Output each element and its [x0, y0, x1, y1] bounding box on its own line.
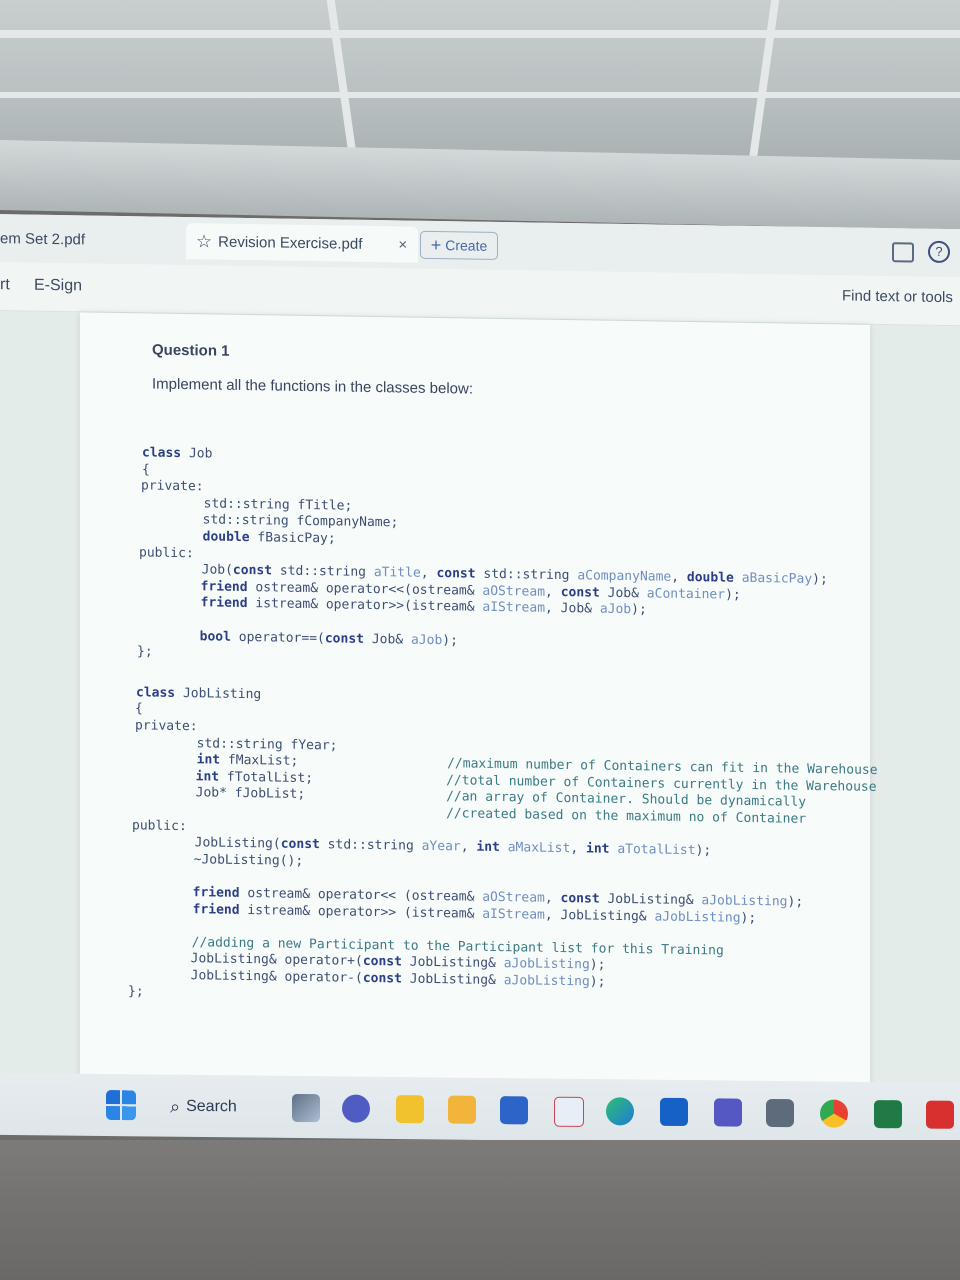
create-label: Create [445, 237, 488, 254]
profile-icon[interactable] [892, 242, 914, 263]
acrobat-icon[interactable] [926, 1100, 954, 1129]
code-line: class JobListing [136, 685, 262, 703]
whiteboard-icon[interactable] [500, 1096, 528, 1125]
tab-prev[interactable]: em Set 2.pdf [0, 220, 170, 259]
close-icon[interactable]: × [398, 236, 407, 253]
file-explorer-icon[interactable] [448, 1095, 476, 1124]
ceiling-tile-line [748, 0, 780, 160]
code-line: private: [141, 478, 204, 495]
star-icon[interactable]: ☆ [196, 231, 212, 252]
code-line: ~JobListing(); [131, 851, 304, 869]
code-line: public: [132, 817, 187, 834]
find-text-tools[interactable]: Find text or tools [842, 287, 953, 306]
floor [0, 1140, 960, 1280]
chrome-icon[interactable] [820, 1099, 848, 1128]
question-instruction: Implement all the functions in the class… [152, 375, 473, 398]
tab-label: Revision Exercise.pdf [218, 233, 363, 253]
toolbar-left-item[interactable]: rt [0, 276, 10, 294]
code-line: { [135, 701, 143, 717]
tab-label: em Set 2.pdf [0, 229, 86, 248]
camera-icon[interactable] [766, 1098, 794, 1128]
esign-button[interactable]: E-Sign [34, 277, 82, 296]
code-line: public: [139, 544, 194, 561]
code-line: }; [128, 983, 144, 1000]
edge-icon[interactable] [606, 1097, 634, 1126]
plus-icon: + [430, 234, 442, 255]
windows-start-icon[interactable] [106, 1089, 136, 1121]
code-line: class Job [142, 445, 213, 462]
taskbar: ⌕ Search [0, 1072, 960, 1146]
excel-icon[interactable] [874, 1100, 902, 1129]
pdf-page: Question 1 Implement all the functions i… [80, 312, 878, 1098]
create-button[interactable]: + Create [420, 230, 498, 260]
ceiling [0, 0, 960, 160]
document-area: Question 1 Implement all the functions i… [0, 311, 960, 1100]
teams-icon[interactable] [714, 1098, 742, 1127]
question-title: Question 1 [152, 341, 230, 360]
sticky-notes-icon[interactable] [396, 1095, 424, 1124]
code-line: bool operator==(const Job& aJob); [199, 628, 458, 648]
help-icon[interactable]: ? [928, 240, 950, 264]
projected-screen: em Set 2.pdf ☆ Revision Exercise.pdf × +… [0, 214, 960, 1100]
ceiling-tile-line [326, 0, 358, 160]
ceiling-tile-line [0, 30, 960, 38]
search-box[interactable]: ⌕ Search [170, 1091, 280, 1124]
meet-icon[interactable] [342, 1094, 370, 1123]
outlook-icon[interactable] [660, 1097, 688, 1127]
snipping-icon[interactable] [554, 1096, 584, 1127]
task-view-icon[interactable] [292, 1093, 320, 1123]
code-line: private: [135, 718, 198, 735]
tab-revision-exercise[interactable]: ☆ Revision Exercise.pdf × [186, 223, 418, 263]
search-icon: ⌕ [170, 1096, 181, 1117]
code-line: }; [137, 644, 153, 660]
search-label: Search [186, 1097, 237, 1116]
ceiling-tile-line [0, 92, 960, 98]
code-line: { [142, 461, 150, 478]
